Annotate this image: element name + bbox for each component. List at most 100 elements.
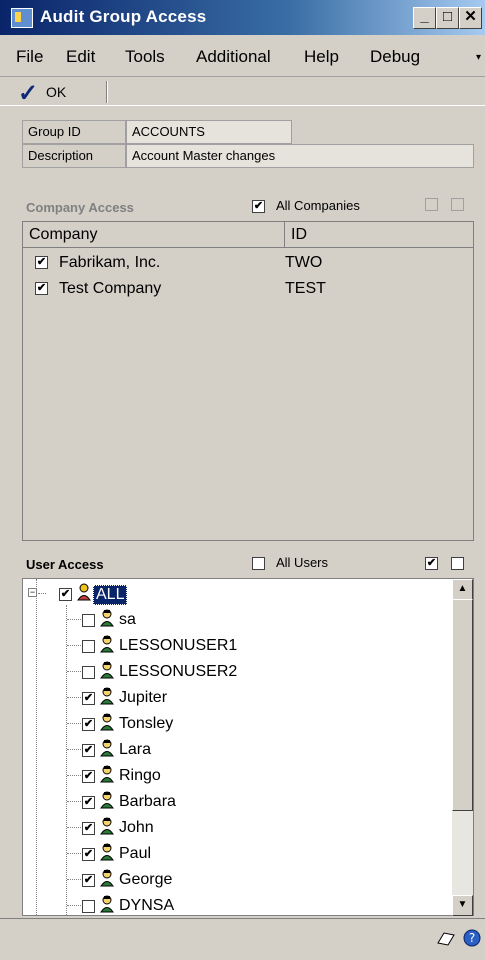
all-companies-label: All Companies xyxy=(276,198,360,213)
svg-text:?: ? xyxy=(469,931,475,945)
user-checkbox[interactable] xyxy=(82,640,95,653)
user-checkbox[interactable] xyxy=(82,770,95,783)
user-checkbox[interactable] xyxy=(82,900,95,913)
tree-node-user[interactable]: Jupiter xyxy=(23,685,443,711)
company-access-title: Company Access xyxy=(26,200,134,215)
user-checkbox[interactable] xyxy=(82,874,95,887)
company-id: TEST xyxy=(285,280,326,297)
tree-node-user[interactable]: sa xyxy=(23,607,443,633)
user-label: John xyxy=(119,819,154,836)
company-row[interactable]: Fabrikam, Inc. TWO xyxy=(23,250,473,276)
help-icon[interactable]: ? xyxy=(463,929,481,947)
tree-node-user[interactable]: DYNSA xyxy=(23,893,443,915)
column-company[interactable]: Company xyxy=(23,222,285,247)
toolbar-separator xyxy=(106,81,108,103)
menu-overflow-icon[interactable]: ▾ xyxy=(476,52,481,63)
user-icon xyxy=(100,713,114,731)
user-checkbox[interactable] xyxy=(82,614,95,627)
ok-button[interactable]: ✓ OK xyxy=(6,77,96,107)
tree-line xyxy=(67,905,81,906)
column-id[interactable]: ID xyxy=(285,222,473,247)
user-label: Paul xyxy=(119,845,152,862)
company-row-checkbox[interactable] xyxy=(35,256,48,269)
vertical-scrollbar[interactable]: ▲ ▼ xyxy=(452,579,473,916)
tree-node-user[interactable]: Tonsley xyxy=(23,711,443,737)
user-group-icon xyxy=(76,583,91,601)
tree-line xyxy=(67,801,81,802)
user-unmark-all-checkbox[interactable] xyxy=(451,557,464,570)
user-checkbox[interactable] xyxy=(82,848,95,861)
all-companies-checkbox[interactable] xyxy=(252,200,265,213)
user-access-title: User Access xyxy=(26,557,104,572)
tree-line xyxy=(67,853,81,854)
tree-node-user[interactable]: LESSONUSER2 xyxy=(23,659,443,685)
company-grid-header: Company ID xyxy=(23,222,473,248)
tree-line xyxy=(67,827,81,828)
toolbar: ✓ OK xyxy=(0,76,485,107)
title-bar: Audit Group Access _ □ ✕ xyxy=(0,0,485,35)
scroll-thumb[interactable] xyxy=(452,599,473,811)
user-label: Tonsley xyxy=(119,715,174,732)
group-id-label: Group ID xyxy=(22,120,126,144)
description-field[interactable]: Account Master changes xyxy=(126,144,474,168)
tree-line xyxy=(67,619,81,620)
tree-line xyxy=(67,749,81,750)
tree-node-user[interactable]: Barbara xyxy=(23,789,443,815)
all-users-label: All Users xyxy=(276,555,329,570)
root-checkbox[interactable] xyxy=(59,588,72,601)
tree-node-user[interactable]: George xyxy=(23,867,443,893)
note-icon[interactable] xyxy=(436,929,456,947)
tree-line xyxy=(67,879,81,880)
user-checkbox[interactable] xyxy=(82,692,95,705)
menu-tools[interactable]: Tools xyxy=(125,47,165,67)
tree-node-user[interactable]: Ringo xyxy=(23,763,443,789)
company-unmark-all-checkbox[interactable] xyxy=(451,198,464,211)
user-icon xyxy=(100,843,114,861)
user-icon xyxy=(100,635,114,653)
tree-node-root[interactable]: − ALL xyxy=(23,581,443,607)
checkmark-icon: ✓ xyxy=(18,80,39,107)
user-mark-all-checkbox[interactable] xyxy=(425,557,438,570)
close-button[interactable]: ✕ xyxy=(459,7,482,29)
tree-line xyxy=(67,775,81,776)
company-mark-all-checkbox[interactable] xyxy=(425,198,438,211)
company-row[interactable]: Test Company TEST xyxy=(23,276,473,302)
scroll-up-button[interactable]: ▲ xyxy=(452,579,473,600)
collapse-icon[interactable]: − xyxy=(28,588,37,597)
all-users-checkbox[interactable] xyxy=(252,557,265,570)
tree-line xyxy=(67,671,81,672)
company-row-checkbox[interactable] xyxy=(35,282,48,295)
user-icon xyxy=(100,765,114,783)
menu-additional[interactable]: Additional xyxy=(196,47,271,67)
user-label: Ringo xyxy=(119,767,161,784)
user-icon xyxy=(100,869,114,887)
user-icon xyxy=(100,791,114,809)
menu-help[interactable]: Help xyxy=(304,47,339,67)
minimize-button[interactable]: _ xyxy=(413,7,436,29)
menu-edit[interactable]: Edit xyxy=(66,47,95,67)
window-title: Audit Group Access xyxy=(40,7,207,26)
user-checkbox[interactable] xyxy=(82,744,95,757)
user-checkbox[interactable] xyxy=(82,718,95,731)
user-checkbox[interactable] xyxy=(82,822,95,835)
user-label: Jupiter xyxy=(119,689,168,706)
tree-node-user[interactable]: Lara xyxy=(23,737,443,763)
description-label: Description xyxy=(22,144,126,168)
user-icon xyxy=(100,687,114,705)
tree-node-user[interactable]: John xyxy=(23,815,443,841)
user-label: DYNSA xyxy=(119,897,175,914)
user-checkbox[interactable] xyxy=(82,666,95,679)
maximize-button[interactable]: □ xyxy=(436,7,459,29)
user-label: Lara xyxy=(119,741,152,758)
tree-node-user[interactable]: LESSONUSER1 xyxy=(23,633,443,659)
user-icon xyxy=(100,609,114,627)
company-name: Test Company xyxy=(59,280,162,297)
user-icon xyxy=(100,817,114,835)
tree-node-user[interactable]: Paul xyxy=(23,841,443,867)
user-checkbox[interactable] xyxy=(82,796,95,809)
ok-button-label: OK xyxy=(46,84,67,100)
scroll-down-button[interactable]: ▼ xyxy=(452,895,473,916)
menu-file[interactable]: File xyxy=(16,47,43,67)
menu-debug[interactable]: Debug xyxy=(370,47,420,67)
group-id-field[interactable]: ACCOUNTS xyxy=(126,120,292,144)
